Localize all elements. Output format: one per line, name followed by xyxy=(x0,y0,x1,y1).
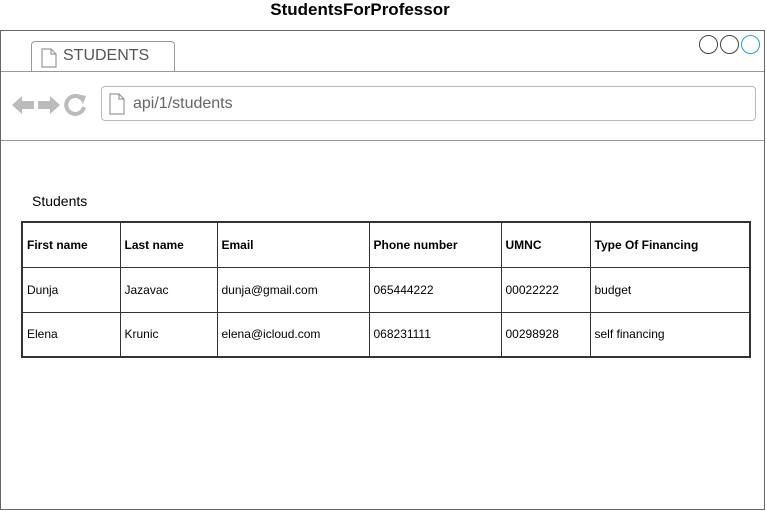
section-label: Students xyxy=(32,193,88,209)
tab-students[interactable]: STUDENTS xyxy=(31,41,175,71)
column-header: Email xyxy=(216,221,370,268)
table-cell: Jazavac xyxy=(119,266,218,313)
window-button-icon[interactable] xyxy=(699,35,718,54)
table-cell: Elena xyxy=(21,311,121,358)
toolbar-divider xyxy=(1,140,764,141)
column-header: First name xyxy=(21,221,121,268)
navigation-buttons xyxy=(11,93,87,122)
table-row[interactable]: Dunja Jazavac dunja@gmail.com 065444222 … xyxy=(21,266,751,313)
column-header: Last name xyxy=(119,221,218,268)
window-button-icon[interactable] xyxy=(741,35,760,54)
table-cell: dunja@gmail.com xyxy=(216,266,370,313)
students-table: First name Last name Email Phone number … xyxy=(21,221,751,358)
table-cell: Dunja xyxy=(21,266,121,313)
table-cell: 068231111 xyxy=(368,311,502,358)
table-header-row: First name Last name Email Phone number … xyxy=(21,221,751,268)
tabbar-divider xyxy=(1,71,764,72)
table-cell: elena@icloud.com xyxy=(216,311,370,358)
forward-icon[interactable] xyxy=(37,94,61,121)
column-header: Type Of Financing xyxy=(589,221,751,268)
table-cell: 00022222 xyxy=(500,266,591,313)
reload-icon[interactable] xyxy=(63,93,87,122)
tab-label: STUDENTS xyxy=(63,47,150,64)
table-cell: Krunic xyxy=(119,311,218,358)
table-cell: 00298928 xyxy=(500,311,591,358)
table-row[interactable]: Elena Krunic elena@icloud.com 068231111 … xyxy=(21,311,751,358)
address-text: api/1/students xyxy=(133,95,233,112)
browser-window: STUDENTS api/1/students Students First n… xyxy=(0,30,765,510)
column-header: UMNC xyxy=(500,221,591,268)
window-controls xyxy=(699,35,760,54)
back-icon[interactable] xyxy=(11,94,35,121)
diagram-title: StudentsForProfessor xyxy=(270,0,450,19)
address-bar[interactable]: api/1/students xyxy=(101,86,756,121)
table-cell: 065444222 xyxy=(368,266,502,313)
page-icon xyxy=(108,93,126,120)
table-cell: budget xyxy=(589,266,751,313)
page-icon xyxy=(40,48,58,73)
table-cell: self financing xyxy=(589,311,751,358)
column-header: Phone number xyxy=(368,221,502,268)
window-button-icon[interactable] xyxy=(720,35,739,54)
